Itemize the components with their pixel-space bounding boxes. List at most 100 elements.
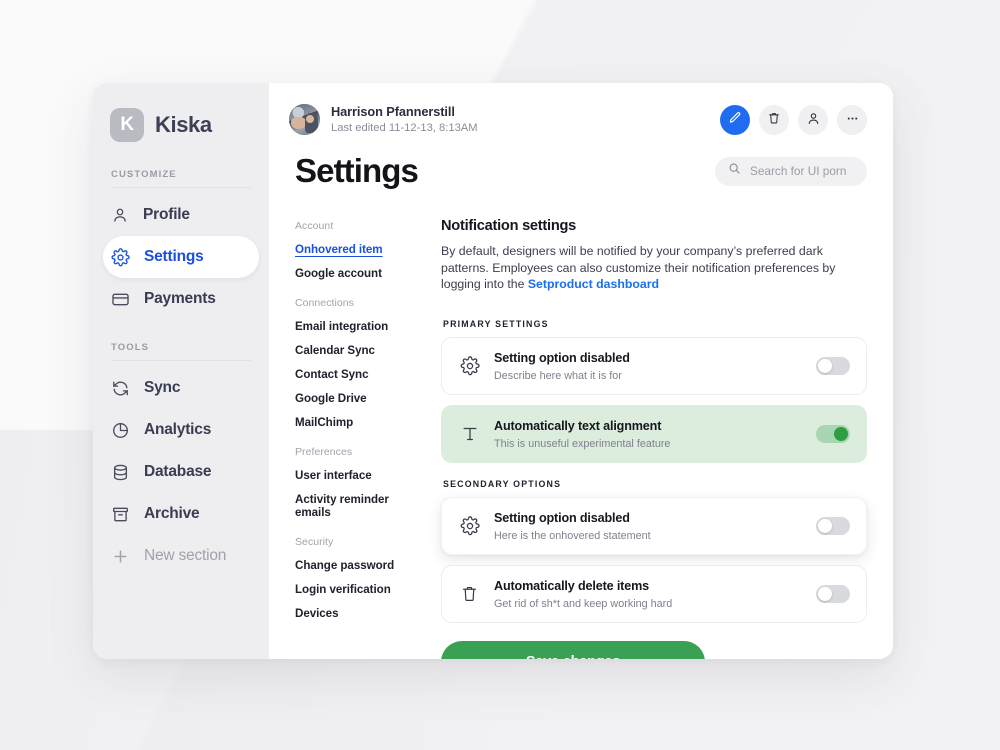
subnav-group-security: Security Change password Login verificat… [295,536,423,620]
settings-subnav: Account Onhovered item Google account Co… [295,218,423,659]
subnav-group-label: Security [295,536,334,548]
search-icon [728,162,741,180]
more-button[interactable] [837,104,867,135]
brand-name: Kiska [155,112,212,137]
page-title: Settings [295,152,419,189]
panel-title: Notification settings [441,218,577,234]
sidebar-item-analytics[interactable]: Analytics [103,409,259,451]
sidebar-divider [111,187,251,188]
edit-button[interactable] [720,104,750,135]
page-header: Settings [269,139,893,190]
primary-settings-label: PRIMARY SETTINGS [443,318,549,329]
pencil-icon [728,111,742,128]
card-subtitle: Get rid of sh*t and keep working hard [494,597,673,610]
sidebar-group-customize: CUSTOMIZE Profile Settings Payments [93,169,269,320]
setproduct-dashboard-link[interactable]: Setproduct dashboard [528,277,659,291]
sidebar-item-sync[interactable]: Sync [103,367,259,409]
user-icon [111,206,129,224]
sidebar-item-label: Analytics [144,421,212,438]
subnav-item-contact-sync[interactable]: Contact Sync [295,368,423,381]
card-icon [111,290,130,309]
person-icon [806,111,821,129]
panel-description: By default, designers will be notified b… [441,243,867,293]
subnav-item-login-verification[interactable]: Login verification [295,583,423,596]
sidebar-item-label: Database [144,463,212,480]
last-edited-text: Last edited 11-12-13, 8:13AM [331,121,478,134]
sync-icon [111,379,130,398]
main-content: Harrison Pfannerstill Last edited 11-12-… [269,83,893,659]
app-window: K Kiska CUSTOMIZE Profile Settings Payme… [93,83,893,659]
card-text: Automatically delete items Get rid of sh… [494,577,802,611]
topbar: Harrison Pfannerstill Last edited 11-12-… [269,83,893,139]
subnav-item-devices[interactable]: Devices [295,607,423,620]
sidebar-group-tools: TOOLS Sync Analytics Database Archive Ne… [93,342,269,577]
card-title: Automatically delete items [494,578,649,593]
search-box[interactable] [715,156,867,186]
subnav-item-google-account[interactable]: Google account [295,267,423,280]
user-name: Harrison Pfannerstill [331,103,455,119]
sidebar-item-new-section[interactable]: New section [103,535,259,577]
card-subtitle: Describe here what it is for [494,369,622,382]
sidebar-item-payments[interactable]: Payments [103,278,259,320]
brand-logo[interactable]: K Kiska [93,105,269,145]
toggle-text-alignment[interactable] [816,424,850,443]
account-button[interactable] [798,104,828,135]
card-title: Setting option disabled [494,350,630,365]
gear-icon [459,356,480,376]
sidebar-item-profile[interactable]: Profile [103,194,259,236]
card-subtitle: This is unuseful experimental feature [494,437,671,450]
subnav-item-mailchimp[interactable]: MailChimp [295,416,423,429]
secondary-options-label: SECONDARY OPTIONS [443,478,562,489]
toggle-auto-delete[interactable] [816,584,850,603]
card-text: Automatically text alignment This is unu… [494,417,802,451]
sidebar-group-label-tools: TOOLS [111,342,150,353]
sidebar-item-settings[interactable]: Settings [103,236,259,278]
brand-mark-icon: K [110,108,144,142]
archive-icon [111,505,130,524]
ellipsis-icon [845,111,860,129]
sidebar-item-label: Profile [143,206,190,223]
settings-content: Account Onhovered item Google account Co… [269,190,893,659]
subnav-group-label: Connections [295,297,354,309]
subnav-group-preferences: Preferences User interface Activity remi… [295,446,423,519]
subnav-group-account: Account Onhovered item Google account [295,220,423,280]
toggle-setting-option-disabled-secondary[interactable] [816,516,850,535]
search-input[interactable] [750,164,854,178]
sidebar-divider [111,360,251,361]
save-changes-button[interactable]: Save changes [441,640,705,659]
card-text: Setting option disabled Describe here wh… [494,349,802,383]
card-subtitle: Here is the onhovered statement [494,529,651,542]
subnav-group-label: Account [295,220,334,232]
subnav-item-onhovered[interactable]: Onhovered item [295,243,423,256]
card-title: Automatically text alignment [494,418,662,433]
plus-icon [111,547,130,566]
subnav-group-connections: Connections Email integration Calendar S… [295,297,423,429]
database-icon [111,463,130,482]
delete-button[interactable] [759,104,789,135]
sidebar-item-label: Settings [144,248,204,265]
text-format-icon [459,424,480,444]
setting-card-text-alignment[interactable]: Automatically text alignment This is unu… [441,404,867,463]
sidebar-item-label: Payments [144,290,216,307]
trash-icon [767,111,781,128]
toggle-setting-option-disabled[interactable] [816,356,850,375]
subnav-item-calendar-sync[interactable]: Calendar Sync [295,344,423,357]
sidebar-item-archive[interactable]: Archive [103,493,259,535]
sidebar-item-label: Archive [144,505,200,522]
subnav-item-activity-reminder-emails[interactable]: Activity reminder emails [295,493,423,519]
subnav-item-google-drive[interactable]: Google Drive [295,392,423,405]
subnav-item-user-interface[interactable]: User interface [295,469,423,482]
setting-card-option-disabled-secondary[interactable]: Setting option disabled Here is the onho… [441,496,867,555]
sidebar: K Kiska CUSTOMIZE Profile Settings Payme… [93,83,269,659]
setting-card-auto-delete[interactable]: Automatically delete items Get rid of sh… [441,564,867,623]
action-buttons [720,104,867,135]
pie-chart-icon [111,421,130,440]
setting-card-option-disabled[interactable]: Setting option disabled Describe here wh… [441,336,867,395]
subnav-item-email-integration[interactable]: Email integration [295,320,423,333]
user-block[interactable]: Harrison Pfannerstill Last edited 11-12-… [289,104,478,136]
card-text: Setting option disabled Here is the onho… [494,509,802,543]
gear-icon [459,516,480,536]
sidebar-item-database[interactable]: Database [103,451,259,493]
card-title: Setting option disabled [494,510,630,525]
subnav-item-change-password[interactable]: Change password [295,559,423,572]
